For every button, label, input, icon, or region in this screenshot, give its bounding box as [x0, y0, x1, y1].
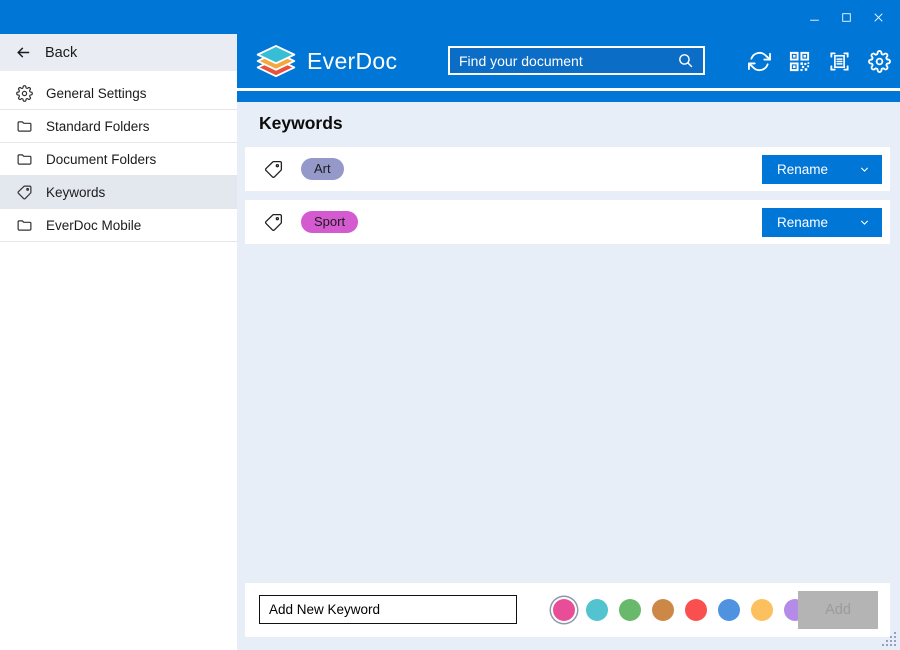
resize-grip[interactable] [880, 630, 898, 648]
folder-icon [16, 217, 33, 234]
keyword-row-sport: Sport Rename [245, 200, 890, 244]
everdoc-logo-icon [254, 43, 298, 80]
color-swatch-green[interactable] [619, 599, 641, 621]
rename-button[interactable]: Rename [762, 155, 882, 184]
keyword-chip: Sport [301, 211, 358, 233]
sidebar-item-standard-folders[interactable]: Standard Folders [0, 110, 237, 143]
sidebar-item-label: Standard Folders [46, 119, 150, 134]
qr-code-icon[interactable] [787, 49, 811, 73]
sidebar-item-label: EverDoc Mobile [46, 218, 141, 233]
window-controls [798, 0, 894, 34]
page-title: Keywords [259, 113, 343, 134]
search-box [448, 46, 705, 75]
titlebar[interactable] [0, 0, 900, 34]
keywords-panel: Keywords Art Rename Sport [237, 102, 900, 650]
sync-icon[interactable] [747, 49, 771, 73]
folder-icon [16, 118, 33, 135]
gear-icon [16, 85, 33, 102]
arrow-left-icon [15, 44, 32, 61]
color-swatch-amber[interactable] [751, 599, 773, 621]
color-palette [553, 599, 806, 621]
sidebar-item-document-folders[interactable]: Document Folders [0, 143, 237, 176]
minimize-button[interactable] [798, 0, 830, 34]
settings-gear-icon[interactable] [867, 49, 891, 73]
search-input[interactable] [459, 53, 677, 69]
header-actions [747, 34, 891, 88]
folder-icon [16, 151, 33, 168]
new-keyword-input[interactable] [259, 595, 517, 624]
search-icon[interactable] [677, 52, 694, 69]
app-brand: EverDoc [254, 43, 397, 80]
sidebar-item-label: Keywords [46, 185, 105, 200]
color-swatch-teal[interactable] [586, 599, 608, 621]
sidebar-item-label: General Settings [46, 86, 147, 101]
rename-label: Rename [777, 162, 828, 177]
settings-sidebar: Back General Settings Standard Folders [0, 34, 237, 650]
chevron-down-icon [859, 217, 870, 228]
sidebar-item-label: Document Folders [46, 152, 156, 167]
back-button[interactable]: Back [0, 34, 237, 71]
sidebar-item-keywords[interactable]: Keywords [0, 176, 237, 209]
color-swatch-orange[interactable] [652, 599, 674, 621]
sidebar-item-everdoc-mobile[interactable]: EverDoc Mobile [0, 209, 237, 242]
tag-icon [263, 212, 284, 233]
sidebar-menu: General Settings Standard Folders Docume… [0, 77, 237, 242]
color-swatch-red[interactable] [685, 599, 707, 621]
color-swatch-blue[interactable] [718, 599, 740, 621]
keyword-list: Art Rename Sport Rename [245, 147, 890, 253]
add-button[interactable]: Add [798, 591, 878, 629]
header-accent-strip [237, 91, 900, 102]
everdoc-window: Back General Settings Standard Folders [0, 0, 900, 650]
maximize-icon [840, 11, 853, 24]
app-header: EverDoc [237, 34, 900, 88]
color-swatch-pink[interactable] [553, 599, 575, 621]
keyword-chip: Art [301, 158, 344, 180]
maximize-button[interactable] [830, 0, 862, 34]
tag-icon [263, 159, 284, 180]
app-name: EverDoc [307, 48, 397, 75]
minimize-icon [808, 11, 821, 24]
keyword-row-art: Art Rename [245, 147, 890, 191]
rename-button[interactable]: Rename [762, 208, 882, 237]
rename-label: Rename [777, 215, 828, 230]
back-label: Back [45, 45, 77, 61]
tag-icon [16, 184, 33, 201]
scan-document-icon[interactable] [827, 49, 851, 73]
chevron-down-icon [859, 164, 870, 175]
add-keyword-panel: Add [245, 583, 890, 637]
sidebar-item-general-settings[interactable]: General Settings [0, 77, 237, 110]
close-button[interactable] [862, 0, 894, 34]
close-icon [872, 11, 885, 24]
